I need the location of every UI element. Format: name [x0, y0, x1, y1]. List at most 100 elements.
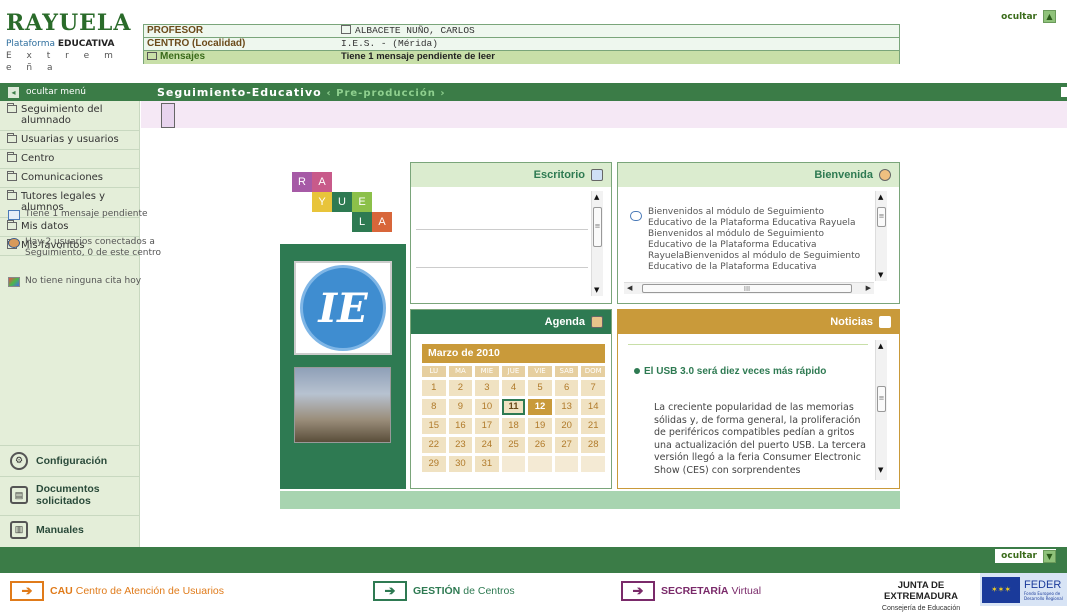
- calendar-day[interactable]: 14: [581, 399, 605, 415]
- calendar-day[interactable]: 1: [422, 380, 446, 396]
- hide-header-toggle[interactable]: ocultar ▲: [1001, 10, 1056, 23]
- calendar-day[interactable]: 29: [422, 456, 446, 472]
- logo-tile: Y: [312, 192, 332, 212]
- calendar-day[interactable]: 22: [422, 437, 446, 453]
- hide-footer-toggle[interactable]: ocultar ▼: [995, 549, 1056, 563]
- calendar-day[interactable]: 3: [475, 380, 499, 396]
- calendar-day[interactable]: 27: [554, 437, 579, 453]
- noticias-scrollbar[interactable]: ▲ ≡ ▼: [875, 340, 887, 480]
- documentos-link[interactable]: ▤ Documentos solicitados: [0, 476, 139, 512]
- folder-icon: [7, 220, 17, 230]
- bienvenida-hscroll[interactable]: ◀ III ▶: [624, 282, 874, 294]
- calendar-icon: [8, 277, 20, 287]
- scroll-up-icon[interactable]: ▲: [594, 193, 599, 201]
- scroll-thumb[interactable]: ≡: [877, 207, 886, 227]
- info-label: Mensajes: [160, 51, 206, 62]
- tab-marker[interactable]: [161, 103, 175, 128]
- breadcrumb-title: Seguimiento-Educativo: [157, 85, 322, 99]
- escritorio-item[interactable]: Hay 2 usuarios conectados a Seguimiento,…: [8, 237, 173, 259]
- calendar-empty-cell: [528, 456, 552, 472]
- agenda-header: Agenda: [411, 310, 611, 334]
- sidebar-item-label: Mis datos: [21, 221, 69, 232]
- scroll-left-icon[interactable]: ◀: [627, 284, 632, 292]
- scroll-right-icon[interactable]: ▶: [866, 284, 871, 292]
- calendar-day[interactable]: 8: [422, 399, 446, 415]
- calendar-weekday: SAB: [554, 366, 579, 377]
- scroll-up-icon[interactable]: ▲: [878, 193, 883, 201]
- calendar-day[interactable]: 21: [581, 418, 605, 434]
- calendar-weekday: LU: [422, 366, 446, 377]
- rayuela-logo: RAYUELA Plataforma EDUCATIVA E x t r e m…: [6, 8, 130, 76]
- secretaria-link[interactable]: ➔ SECRETARÍA Virtual: [621, 580, 761, 602]
- scroll-down-icon[interactable]: ▼: [878, 466, 883, 474]
- news-body: La creciente popularidad de las memorias…: [654, 402, 866, 476]
- info-row-mensajes[interactable]: Mensajes Tiene 1 mensaje pendiente de le…: [144, 51, 899, 64]
- tab-strip: [141, 101, 1067, 128]
- logo-tile: R: [292, 172, 312, 192]
- calendar-day[interactable]: 19: [528, 418, 552, 434]
- calendar-day[interactable]: 31: [475, 456, 499, 472]
- feder-sub: Fondo Europeo de Desarrollo Regional: [1024, 590, 1063, 601]
- manuales-label: Manuales: [36, 523, 84, 536]
- scroll-thumb[interactable]: III: [642, 284, 852, 293]
- calendar-day[interactable]: 24: [475, 437, 499, 453]
- calendar-day[interactable]: 26: [528, 437, 552, 453]
- hide-menu-button[interactable]: ◂ ocultar menú: [0, 86, 150, 98]
- breadcrumb: Seguimiento-Educativo ‹ Pre-producción ›: [150, 86, 445, 99]
- calendar-day[interactable]: 17: [475, 418, 499, 434]
- calendar-day[interactable]: 10: [475, 399, 499, 415]
- calendar-day[interactable]: 5: [528, 380, 552, 396]
- escritorio-item[interactable]: No tiene ninguna cita hoy: [8, 276, 173, 287]
- expand-up-icon: ▲: [1043, 10, 1056, 23]
- escritorio-item[interactable]: Tiene 1 mensaje pendiente: [8, 209, 173, 220]
- nav-bar: ◂ ocultar menú Seguimiento-Educativo ‹ P…: [0, 83, 1067, 101]
- calendar-weekday: MA: [448, 366, 473, 377]
- bienvenida-header: Bienvenida: [618, 163, 899, 187]
- calendar-day[interactable]: 18: [501, 418, 526, 434]
- calendar-day[interactable]: 4: [501, 380, 526, 396]
- sidebar-item-centro[interactable]: Centro: [0, 150, 139, 169]
- calendar-day[interactable]: 12: [528, 399, 552, 415]
- news-headline[interactable]: El USB 3.0 será diez veces más rápido: [644, 365, 844, 378]
- scroll-down-icon[interactable]: ▼: [594, 286, 599, 294]
- calendar-day[interactable]: 16: [448, 418, 473, 434]
- calendar-day[interactable]: 9: [448, 399, 473, 415]
- calendar-day[interactable]: 28: [581, 437, 605, 453]
- calendar-day[interactable]: 2: [448, 380, 473, 396]
- calendar-day[interactable]: 23: [448, 437, 473, 453]
- noticias-header: Noticias: [618, 310, 899, 334]
- scroll-down-icon[interactable]: ▼: [878, 271, 883, 279]
- scroll-thumb[interactable]: ≡: [877, 386, 886, 412]
- calendar-day[interactable]: 15: [422, 418, 446, 434]
- cau-link[interactable]: ➔ CAU Centro de Atención de Usuarios: [10, 580, 224, 602]
- scroll-up-icon[interactable]: ▲: [878, 342, 883, 350]
- configuracion-link[interactable]: ⚙ Configuración: [0, 445, 139, 475]
- noticias-title: Noticias: [830, 316, 873, 328]
- scroll-thumb[interactable]: ≡: [593, 207, 602, 247]
- escritorio-scrollbar[interactable]: ▲ ≡ ▼: [591, 191, 603, 296]
- calendar-day[interactable]: 6: [554, 380, 579, 396]
- envelope-icon: [8, 210, 20, 220]
- sidebar-item-usuarios[interactable]: Usuarias y usuarios: [0, 131, 139, 150]
- expand-down-icon: ▼: [1043, 549, 1056, 563]
- folder-icon: [7, 103, 17, 113]
- calendar-day[interactable]: 20: [554, 418, 579, 434]
- messages-link[interactable]: Tiene 1 mensaje pendiente de leer: [337, 51, 899, 64]
- manuales-link[interactable]: ▥ Manuales: [0, 515, 139, 543]
- calendar-day[interactable]: 13: [554, 399, 579, 415]
- info-label: PROFESOR: [147, 25, 204, 36]
- bienvenida-text: Bienvenidos al módulo de Seguimiento Edu…: [648, 207, 861, 272]
- calendar-day[interactable]: 7: [581, 380, 605, 396]
- sidebar: Seguimiento del alumnado Usuarias y usua…: [0, 101, 140, 547]
- calendar-day[interactable]: 25: [501, 437, 526, 453]
- calendar-day[interactable]: 11: [501, 399, 526, 415]
- sidebar-item-mis-datos[interactable]: Mis datos: [0, 218, 139, 237]
- desktop-icon: [591, 169, 603, 181]
- sidebar-item-comunicaciones[interactable]: Comunicaciones: [0, 169, 139, 188]
- calendar-weekday: VIE: [528, 366, 552, 377]
- sidebar-item-seguimiento[interactable]: Seguimiento del alumnado: [0, 101, 139, 131]
- bienvenida-vscroll[interactable]: ▲ ≡ ▼: [875, 191, 887, 281]
- calendar-day[interactable]: 30: [448, 456, 473, 472]
- gestion-link[interactable]: ➔ GESTIÓN de Centros: [373, 580, 515, 602]
- folder-icon: [7, 133, 17, 143]
